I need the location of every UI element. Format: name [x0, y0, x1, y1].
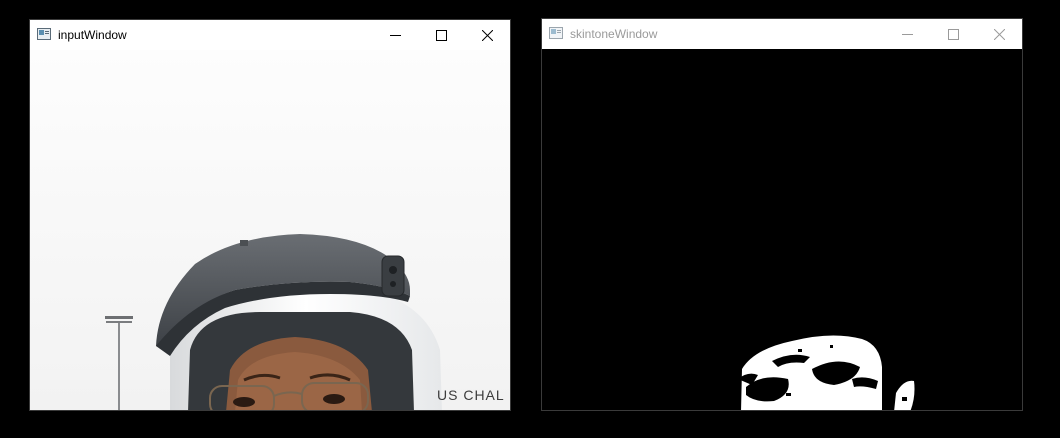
- input-window: inputWindow US CHAL: [29, 19, 511, 411]
- minimize-button[interactable]: [884, 19, 930, 49]
- maximize-icon: [435, 29, 447, 41]
- app-icon: [37, 28, 51, 40]
- titlebar[interactable]: skintoneWindow: [542, 19, 1022, 49]
- minimize-icon: [389, 34, 401, 36]
- close-icon: [993, 28, 1005, 40]
- maximize-button[interactable]: [418, 20, 464, 50]
- maximize-icon: [947, 28, 959, 40]
- maximize-button[interactable]: [930, 19, 976, 49]
- background-sign-text: US CHAL: [437, 387, 505, 403]
- app-icon: [549, 27, 563, 39]
- camera-photo: US CHAL: [30, 50, 510, 410]
- minimize-button[interactable]: [372, 20, 418, 50]
- titlebar[interactable]: inputWindow: [30, 20, 510, 50]
- skin-mask-frame: [542, 49, 1022, 410]
- window-title: inputWindow: [58, 28, 127, 42]
- window-title: skintoneWindow: [570, 27, 658, 41]
- close-button[interactable]: [976, 19, 1022, 49]
- minimize-icon: [901, 33, 913, 35]
- close-icon: [481, 29, 493, 41]
- skin-mask-image: [542, 49, 1022, 410]
- skintone-window: skintoneWindow: [541, 18, 1023, 411]
- camera-frame: US CHAL: [30, 50, 510, 410]
- close-button[interactable]: [464, 20, 510, 50]
